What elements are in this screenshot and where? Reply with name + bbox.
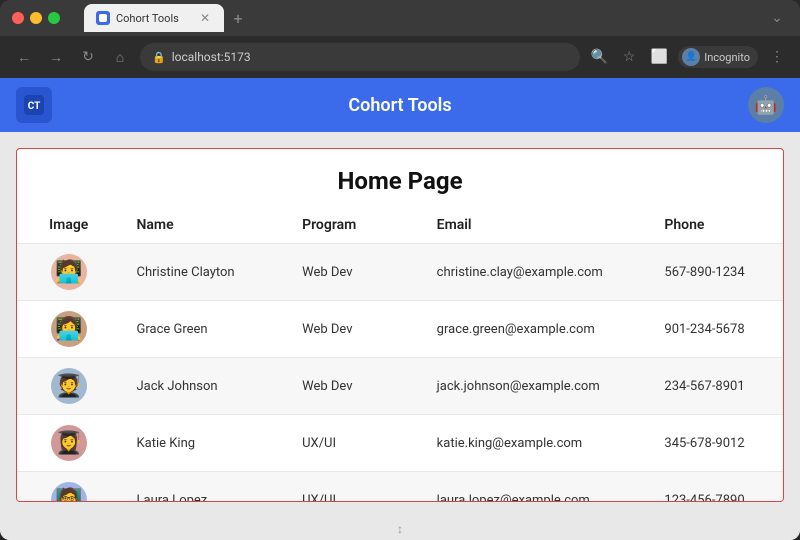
cell-email: katie.king@example.com (421, 415, 649, 472)
col-header-email: Email (421, 207, 649, 244)
scrollbar-indicator: ↕ (0, 518, 800, 540)
table-header: Image Name Program Email Phone (17, 207, 783, 244)
app-header: CT Cohort Tools 🤖 (0, 78, 800, 132)
search-icon[interactable]: 🔍 (588, 46, 610, 68)
cell-program: Web Dev (286, 301, 421, 358)
table-row: 🧑‍💻 Christine Clayton Web Dev christine.… (17, 244, 783, 301)
cell-program: Web Dev (286, 358, 421, 415)
student-avatar: 👩‍🎓 (51, 425, 87, 461)
cell-phone: 123-456-7890 (648, 472, 783, 503)
minimize-button[interactable] (30, 12, 42, 24)
col-header-image: Image (17, 207, 121, 244)
table-row: 👩‍💻 Grace Green Web Dev grace.green@exam… (17, 301, 783, 358)
cell-image: 🧑‍🏫 (17, 472, 121, 503)
cell-image: 👩‍💻 (17, 301, 121, 358)
back-button[interactable]: ← (12, 45, 36, 69)
toolbar: ← → ↻ ⌂ 🔒 localhost:5173 🔍 ☆ ⬜ 👤 Incogni… (0, 36, 800, 78)
col-header-program: Program (286, 207, 421, 244)
cell-email: grace.green@example.com (421, 301, 649, 358)
profile-chip[interactable]: 👤 Incognito (678, 46, 758, 68)
students-table: Image Name Program Email Phone 🧑‍💻 (17, 207, 783, 502)
svg-text:CT: CT (28, 101, 41, 112)
new-tab-button[interactable]: + (224, 4, 252, 32)
cell-program: UX/UI (286, 415, 421, 472)
student-avatar: 🧑‍💻 (51, 254, 87, 290)
profile-avatar-icon: 👤 (682, 48, 700, 66)
cell-program: UX/UI (286, 472, 421, 503)
title-bar: Cohort Tools ✕ + ⌄ (0, 0, 800, 36)
tab-close-button[interactable]: ✕ (198, 11, 212, 25)
cell-name: Laura Lopez (121, 472, 287, 503)
tabs-bar: Cohort Tools ✕ + (84, 4, 758, 32)
bookmark-icon[interactable]: ☆ (618, 46, 640, 68)
scroll-arrow-icon: ↕ (397, 522, 403, 536)
user-avatar[interactable]: 🤖 (748, 87, 784, 123)
maximize-button[interactable] (48, 12, 60, 24)
app-title: Cohort Tools (52, 95, 748, 116)
browser-options-icon[interactable]: ⋮ (766, 46, 788, 68)
forward-button[interactable]: → (44, 45, 68, 69)
cell-phone: 567-890-1234 (648, 244, 783, 301)
cell-name: Grace Green (121, 301, 287, 358)
tab-favicon (96, 11, 110, 25)
col-header-phone: Phone (648, 207, 783, 244)
page-content: CT Cohort Tools 🤖 Home Page Image Name P… (0, 78, 800, 540)
tab-title: Cohort Tools (116, 12, 192, 25)
lock-icon: 🔒 (152, 51, 166, 64)
student-avatar: 🧑‍🏫 (51, 482, 87, 502)
header-row: Image Name Program Email Phone (17, 207, 783, 244)
student-avatar: 👩‍💻 (51, 311, 87, 347)
cell-program: Web Dev (286, 244, 421, 301)
browser-window: Cohort Tools ✕ + ⌄ ← → ↻ ⌂ 🔒 localhost:5… (0, 0, 800, 540)
cell-email: laura.lopez@example.com (421, 472, 649, 503)
cell-email: christine.clay@example.com (421, 244, 649, 301)
content-card: Home Page Image Name Program Email Phone (16, 148, 784, 502)
cell-phone: 345-678-9012 (648, 415, 783, 472)
profile-label: Incognito (704, 51, 750, 64)
student-avatar: 🧑‍🎓 (51, 368, 87, 404)
cell-image: 🧑‍💻 (17, 244, 121, 301)
cell-phone: 234-567-8901 (648, 358, 783, 415)
cell-name: Christine Clayton (121, 244, 287, 301)
main-content: Home Page Image Name Program Email Phone (0, 132, 800, 518)
table-row: 🧑‍🏫 Laura Lopez UX/UI laura.lopez@exampl… (17, 472, 783, 503)
browser-menu-icon[interactable]: ⌄ (766, 7, 788, 29)
reload-button[interactable]: ↻ (76, 45, 100, 69)
traffic-lights (12, 12, 60, 24)
cell-image: 🧑‍🎓 (17, 358, 121, 415)
toolbar-right: 🔍 ☆ ⬜ 👤 Incognito ⋮ (588, 46, 788, 68)
table-row: 👩‍🎓 Katie King UX/UI katie.king@example.… (17, 415, 783, 472)
cell-image: 👩‍🎓 (17, 415, 121, 472)
address-text: localhost:5173 (172, 50, 569, 64)
address-bar[interactable]: 🔒 localhost:5173 (140, 43, 580, 71)
cell-name: Katie King (121, 415, 287, 472)
cell-name: Jack Johnson (121, 358, 287, 415)
tab-view-icon[interactable]: ⬜ (648, 46, 670, 68)
active-tab[interactable]: Cohort Tools ✕ (84, 4, 224, 32)
app-logo: CT (16, 87, 52, 123)
cell-phone: 901-234-5678 (648, 301, 783, 358)
close-button[interactable] (12, 12, 24, 24)
col-header-name: Name (121, 207, 287, 244)
table-row: 🧑‍🎓 Jack Johnson Web Dev jack.johnson@ex… (17, 358, 783, 415)
home-button[interactable]: ⌂ (108, 45, 132, 69)
page-heading: Home Page (17, 149, 783, 207)
table-body: 🧑‍💻 Christine Clayton Web Dev christine.… (17, 244, 783, 503)
cell-email: jack.johnson@example.com (421, 358, 649, 415)
